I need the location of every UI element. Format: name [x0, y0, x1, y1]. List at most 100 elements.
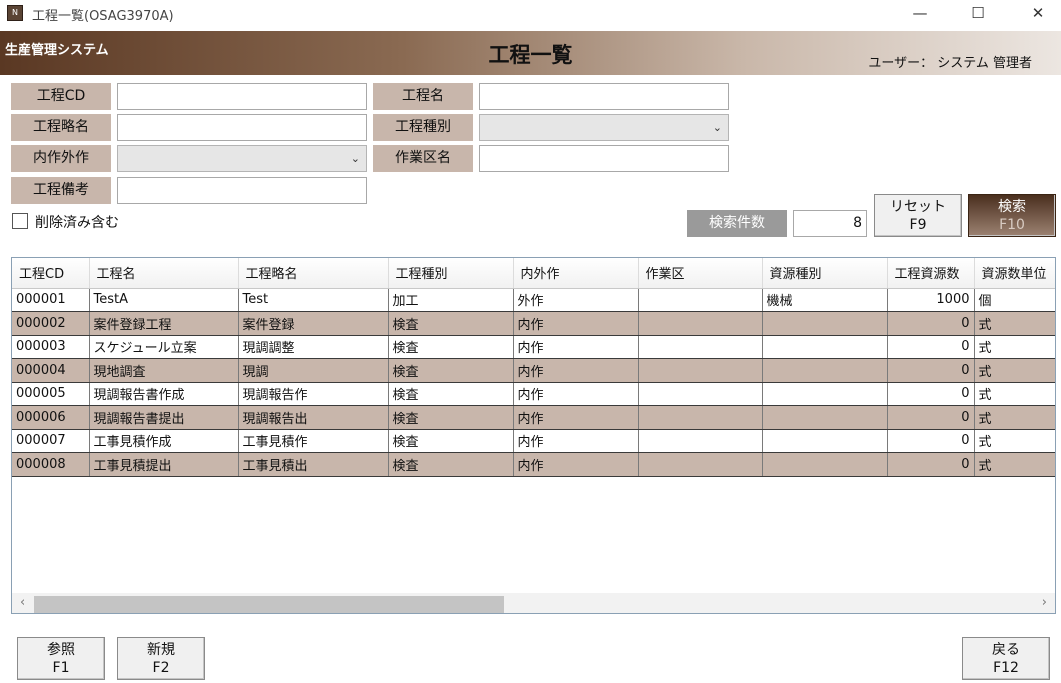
- horizontal-scrollbar[interactable]: ‹ ›: [12, 593, 1055, 613]
- column-header[interactable]: 内外作: [513, 258, 639, 289]
- column-header[interactable]: 作業区: [638, 258, 763, 289]
- column-header[interactable]: 工程略名: [238, 258, 389, 289]
- back-button-label: 戻る: [992, 642, 1020, 658]
- table-cell: 000005: [12, 382, 90, 406]
- table-cell: [638, 311, 763, 336]
- header-band: 生産管理システム 工程一覧 ユーザー： システム 管理者: [0, 31, 1061, 75]
- table-cell: 内作: [513, 335, 639, 359]
- table-cell: [762, 452, 888, 477]
- table-cell: 内作: [513, 452, 639, 477]
- reset-button[interactable]: リセット F9: [874, 194, 962, 237]
- table-cell: 検査: [388, 382, 514, 406]
- remarks-input[interactable]: [117, 177, 367, 204]
- table-cell: 検査: [388, 311, 514, 336]
- table-cell: TestA: [89, 288, 239, 312]
- table-cell: 内作: [513, 429, 639, 453]
- table-row[interactable]: 000002 案件登録工程 案件登録 検査 内作 0 式: [12, 311, 1055, 336]
- table-row[interactable]: 000008 工事見積提出 工事見積出 検査 内作 0 式: [12, 452, 1055, 477]
- minimize-button[interactable]: —: [897, 0, 943, 28]
- column-header[interactable]: 工程名: [89, 258, 239, 289]
- table-cell: [762, 311, 888, 336]
- table-cell: 工事見積作成: [89, 429, 239, 453]
- table-cell: [638, 288, 763, 312]
- table-cell: 検査: [388, 335, 514, 359]
- table-cell: 000004: [12, 358, 90, 383]
- table-cell: 式: [974, 405, 1055, 430]
- in-out-label: 内作外作: [11, 145, 111, 172]
- column-header[interactable]: 工程資源数: [887, 258, 975, 289]
- table-cell: [762, 358, 888, 383]
- scrollbar-thumb[interactable]: [34, 596, 504, 613]
- search-button[interactable]: 検索 F10: [968, 194, 1056, 237]
- table-cell: 工事見積出: [238, 452, 389, 477]
- include-deleted-label[interactable]: 削除済み含む: [35, 212, 119, 232]
- table-cell: 式: [974, 452, 1055, 477]
- column-header[interactable]: 資源種別: [762, 258, 888, 289]
- table-cell: [638, 358, 763, 383]
- refer-button[interactable]: 参照 F1: [17, 637, 105, 680]
- table-cell: [762, 429, 888, 453]
- table-cell: 工事見積提出: [89, 452, 239, 477]
- table-cell: 内作: [513, 358, 639, 383]
- close-button[interactable]: ✕: [1015, 0, 1061, 28]
- refer-button-key: F1: [52, 660, 70, 676]
- table-cell: 000001: [12, 288, 90, 312]
- window-titlebar: N 工程一覧(OSAG3970A) — ☐ ✕: [0, 0, 1061, 28]
- table-cell: スケジュール立案: [89, 335, 239, 359]
- process-cd-input[interactable]: [117, 83, 367, 110]
- work-area-label: 作業区名: [373, 145, 473, 172]
- process-type-label: 工程種別: [373, 114, 473, 141]
- column-header[interactable]: 工程種別: [388, 258, 514, 289]
- table-cell: 000003: [12, 335, 90, 359]
- include-deleted-checkbox[interactable]: [12, 213, 28, 229]
- short-name-input[interactable]: [117, 114, 367, 141]
- results-grid[interactable]: 工程CD 工程名 工程略名 工程種別 内外作 作業区 資源種別 工程資源数 資源…: [11, 257, 1056, 614]
- table-cell: 0: [887, 311, 975, 336]
- table-cell: 現調報告書提出: [89, 405, 239, 430]
- search-button-label: 検索: [998, 199, 1026, 215]
- table-cell: 内作: [513, 311, 639, 336]
- table-cell: 工事見積作: [238, 429, 389, 453]
- table-cell: 検査: [388, 405, 514, 430]
- table-row[interactable]: 000005 現調報告書作成 現調報告作 検査 内作 0 式: [12, 382, 1055, 406]
- table-cell: 000007: [12, 429, 90, 453]
- table-cell: 0: [887, 358, 975, 383]
- back-button-key: F12: [993, 660, 1019, 676]
- result-count-value: 8: [793, 210, 867, 237]
- table-cell: 000008: [12, 452, 90, 477]
- table-cell: [638, 452, 763, 477]
- table-row[interactable]: 000006 現調報告書提出 現調報告出 検査 内作 0 式: [12, 405, 1055, 430]
- column-header[interactable]: 工程CD: [12, 258, 90, 289]
- column-header[interactable]: 資源数単位: [974, 258, 1055, 289]
- table-row[interactable]: 000007 工事見積作成 工事見積作 検査 内作 0 式: [12, 429, 1055, 453]
- table-cell: 0: [887, 452, 975, 477]
- back-button[interactable]: 戻る F12: [962, 637, 1050, 680]
- table-cell: [638, 405, 763, 430]
- table-cell: 内作: [513, 382, 639, 406]
- table-cell: Test: [238, 288, 389, 312]
- process-name-input[interactable]: [479, 83, 729, 110]
- table-row[interactable]: 000003 スケジュール立案 現調調整 検査 内作 0 式: [12, 335, 1055, 359]
- scroll-left-icon[interactable]: ‹: [20, 593, 25, 613]
- process-type-select[interactable]: ⌄: [479, 114, 729, 141]
- table-cell: 000006: [12, 405, 90, 430]
- table-row[interactable]: 000001 TestA Test 加工 外作 機械 1000 個: [12, 288, 1055, 312]
- results-table: 工程CD 工程名 工程略名 工程種別 内外作 作業区 資源種別 工程資源数 資源…: [12, 258, 1055, 477]
- work-area-input[interactable]: [479, 145, 729, 172]
- table-cell: [762, 405, 888, 430]
- scroll-right-icon[interactable]: ›: [1042, 593, 1047, 613]
- table-cell: 0: [887, 382, 975, 406]
- in-out-select[interactable]: ⌄: [117, 145, 367, 172]
- table-cell: 検査: [388, 358, 514, 383]
- table-cell: 現調報告出: [238, 405, 389, 430]
- table-cell: 式: [974, 382, 1055, 406]
- table-cell: 現調: [238, 358, 389, 383]
- table-row[interactable]: 000004 現地調査 現調 検査 内作 0 式: [12, 358, 1055, 383]
- new-button[interactable]: 新規 F2: [117, 637, 205, 680]
- table-cell: 式: [974, 311, 1055, 336]
- short-name-label: 工程略名: [11, 114, 111, 141]
- chevron-down-icon: ⌄: [712, 121, 722, 134]
- process-cd-label: 工程CD: [11, 83, 111, 110]
- maximize-button[interactable]: ☐: [955, 0, 1001, 28]
- window-title: 工程一覧(OSAG3970A): [32, 9, 174, 24]
